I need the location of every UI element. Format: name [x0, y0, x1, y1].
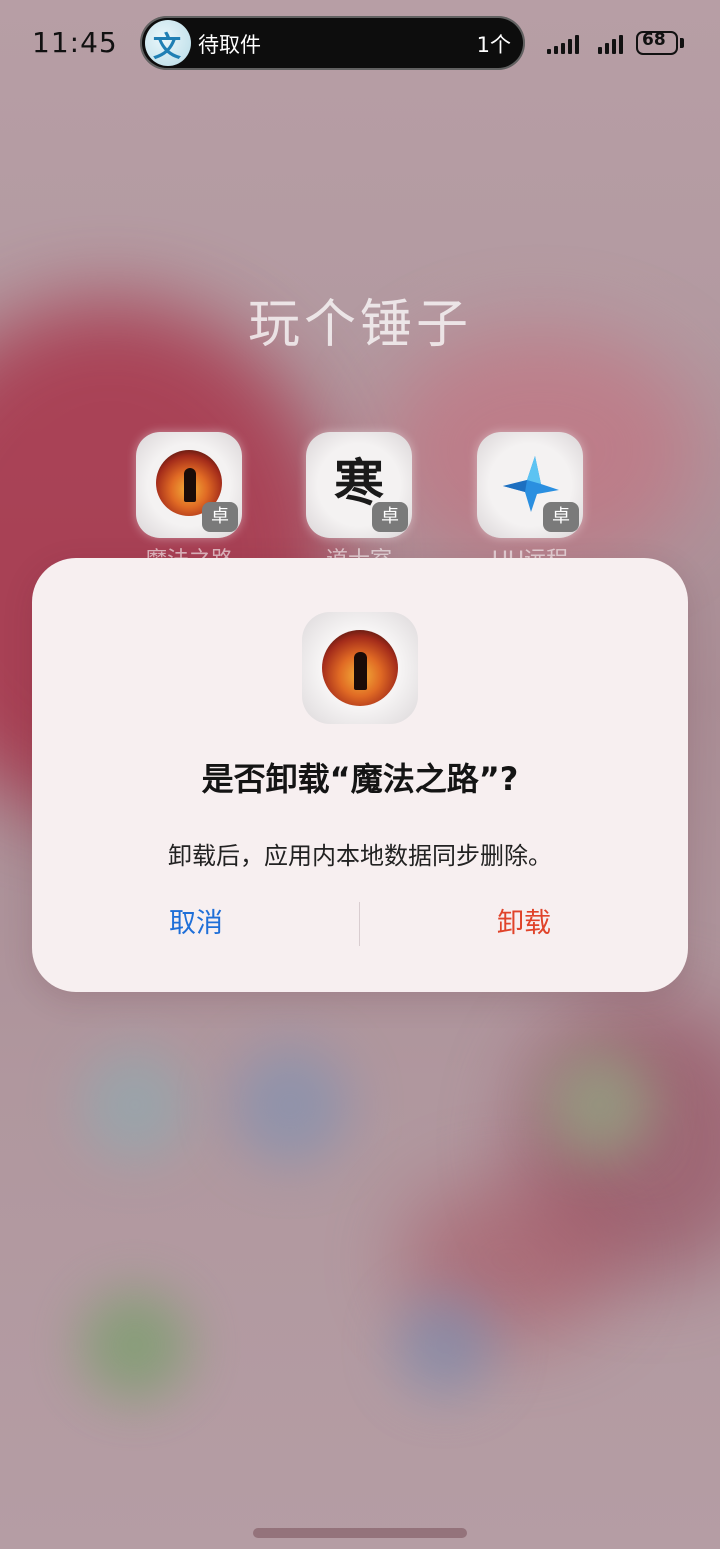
- signal-icon-sim2: [598, 34, 630, 54]
- pickup-text: 待取件: [198, 33, 261, 57]
- signal-icon-sim1: [547, 34, 587, 54]
- dialog-message: 卸载后，应用内本地数据同步删除。: [168, 842, 552, 870]
- battery-icon: 68: [636, 30, 678, 55]
- uninstall-dialog: 是否卸载“魔法之路”? 卸载后，应用内本地数据同步删除。 取消 卸载: [32, 558, 688, 992]
- uninstall-button[interactable]: 卸载: [360, 898, 688, 950]
- dialog-title: 是否卸载“魔法之路”?: [201, 760, 519, 798]
- app-badge: 卓: [202, 502, 238, 532]
- pickup-count: 1个: [476, 33, 511, 57]
- clock: 11:45: [32, 26, 118, 59]
- app-icon-magic-road: [302, 612, 418, 724]
- status-bar: 11:45 文 待取件 1个 68: [0, 0, 720, 86]
- app-icon-taoist[interactable]: 寒 卓: [306, 432, 412, 538]
- mage-silhouette-icon: [322, 630, 398, 706]
- app-icon-magic-road[interactable]: 卓: [136, 432, 242, 538]
- app-badge: 卓: [543, 502, 579, 532]
- app-badge: 卓: [372, 502, 408, 532]
- live-activity-pill[interactable]: 文 待取件 1个: [140, 16, 525, 70]
- home-indicator[interactable]: [253, 1528, 467, 1538]
- folder-title: 玩个锤子: [247, 295, 472, 355]
- app-icon-uu-remote[interactable]: 卓: [477, 432, 583, 538]
- delivery-app-icon: 文: [145, 20, 191, 66]
- cancel-button[interactable]: 取消: [32, 898, 360, 950]
